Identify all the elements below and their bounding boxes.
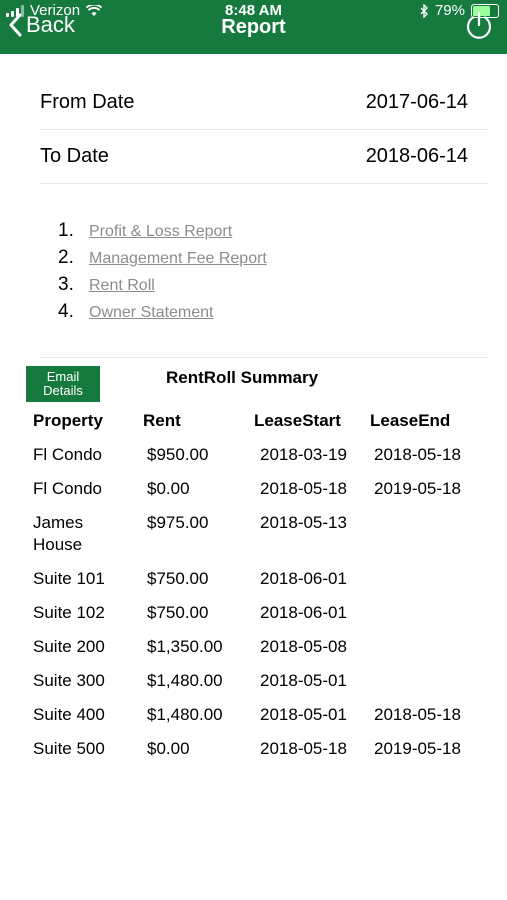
- table-cell-property: Suite 500: [33, 739, 105, 758]
- to-date-row[interactable]: To Date 2018-06-14: [40, 129, 488, 184]
- management-fee-report-link[interactable]: Management Fee Report: [89, 250, 267, 268]
- table-cell-property: Suite 101: [33, 569, 105, 588]
- column-header-property: Property: [33, 411, 103, 430]
- table-cell-lease-start: 2018-05-08: [260, 637, 347, 656]
- column-header-lease-end: LeaseEnd: [370, 411, 451, 430]
- email-label-line2: Details: [43, 383, 83, 398]
- power-icon[interactable]: [463, 10, 495, 42]
- table-cell-lease-end: 2019-05-18: [374, 739, 461, 758]
- email-label-line1: Email: [46, 369, 80, 384]
- table-cell-lease-start: 2018-05-01: [260, 705, 347, 724]
- table-cell-property: Fl Condo: [33, 445, 102, 464]
- table-cell-lease-start: 2018-06-01: [260, 603, 347, 622]
- table-cell-property: Suite 102: [33, 603, 105, 622]
- table-cell-lease-end: 2018-05-18: [374, 445, 461, 464]
- report-number: 2.: [58, 247, 74, 268]
- table-cell-rent: $750.00: [147, 569, 209, 588]
- report-number: 1.: [58, 220, 74, 241]
- table-cell-rent: $1,480.00: [147, 671, 223, 690]
- owner-statement-link[interactable]: Owner Statement: [89, 304, 214, 322]
- to-date-label: To Date: [40, 144, 109, 167]
- table-cell-rent: $0.00: [147, 479, 190, 498]
- report-item: 2. Management Fee Report: [58, 247, 267, 274]
- summary-title: RentRoll Summary: [166, 368, 319, 387]
- report-item: 1. Profit & Loss Report: [58, 220, 267, 247]
- table-cell-rent: $750.00: [147, 603, 209, 622]
- table-cell-rent: $0.00: [147, 739, 190, 758]
- table-cell-rent: $1,350.00: [147, 637, 223, 656]
- table-cell-lease-start: 2018-05-18: [260, 739, 347, 758]
- table-cell-rent: $1,480.00: [147, 705, 223, 724]
- table-cell-property: Suite 400: [33, 705, 105, 724]
- table-cell-property: Suite 300: [33, 671, 105, 690]
- from-date-value[interactable]: 2017-06-14: [366, 91, 468, 114]
- email-button-label: Email Details: [43, 370, 83, 398]
- table-cell-property: Fl Condo: [33, 479, 102, 498]
- nav-bar: Verizon 8:48 AM 79% Back Report: [0, 0, 507, 54]
- report-item: 3. Rent Roll: [58, 274, 267, 301]
- table-cell-rent: $950.00: [147, 445, 209, 464]
- table-cell-lease-start: 2018-05-13: [260, 513, 347, 532]
- column-header-rent: Rent: [143, 411, 181, 430]
- report-number: 4.: [58, 301, 74, 322]
- rent-roll-link[interactable]: Rent Roll: [89, 277, 155, 295]
- report-number: 3.: [58, 274, 74, 295]
- report-list: 1. Profit & Loss Report 2. Management Fe…: [58, 220, 267, 328]
- column-header-lease-start: LeaseStart: [254, 411, 341, 430]
- email-details-button[interactable]: Email Details: [26, 366, 100, 402]
- profit-loss-report-link[interactable]: Profit & Loss Report: [89, 223, 232, 241]
- table-cell-lease-end: 2019-05-18: [374, 479, 461, 498]
- table-cell-rent: $975.00: [147, 513, 209, 532]
- to-date-value[interactable]: 2018-06-14: [366, 145, 468, 168]
- table-cell-lease-start: 2018-05-01: [260, 671, 347, 690]
- table-cell-property: James House: [33, 513, 84, 554]
- from-date-row[interactable]: From Date 2017-06-14: [40, 75, 488, 130]
- table-cell-lease-start: 2018-06-01: [260, 569, 347, 588]
- from-date-label: From Date: [40, 90, 135, 113]
- table-cell-lease-start: 2018-03-19: [260, 445, 347, 464]
- table-cell-lease-end: 2018-05-18: [374, 705, 461, 724]
- table-cell-lease-start: 2018-05-18: [260, 479, 347, 498]
- table-cell-property: Suite 200: [33, 637, 105, 656]
- section-divider: [40, 357, 488, 358]
- page-title: Report: [221, 16, 286, 38]
- report-item: 4. Owner Statement: [58, 301, 267, 328]
